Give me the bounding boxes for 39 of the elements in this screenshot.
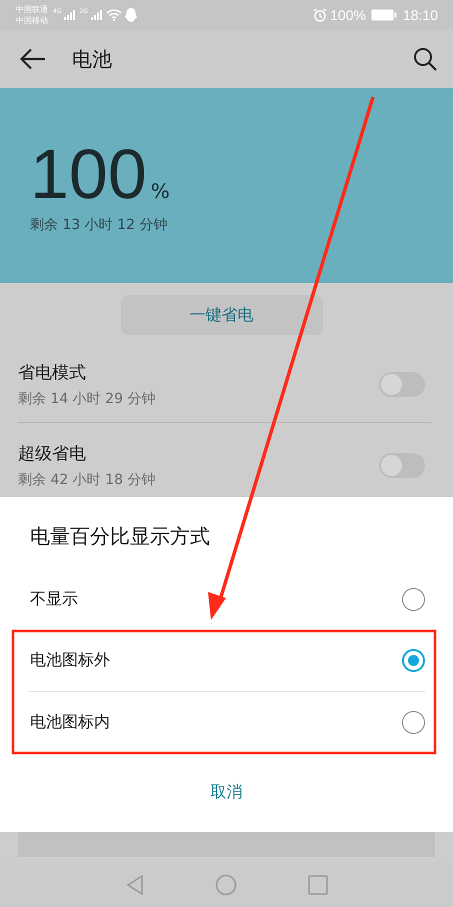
option-label: 电池图标外 xyxy=(29,650,110,671)
mode-remaining-time: 剩余 42 小时 18 分钟 xyxy=(18,470,156,488)
battery-percent: 100% xyxy=(330,7,366,23)
remaining-time: 剩余 13 小时 12 分钟 xyxy=(30,216,168,234)
page-title: 电池 xyxy=(72,46,113,72)
circle-icon xyxy=(214,874,236,896)
percent-sign: % xyxy=(150,179,170,203)
battery-icon xyxy=(370,9,397,21)
carrier-name: 中国移动 xyxy=(16,15,48,26)
back-nav-button[interactable] xyxy=(126,874,144,894)
radio-button[interactable] xyxy=(402,649,425,672)
mode-remaining-time: 剩余 14 小时 29 分钟 xyxy=(18,390,156,408)
carrier-name: 中国联通 xyxy=(16,4,48,15)
option-label: 不显示 xyxy=(29,589,78,610)
back-arrow-icon xyxy=(20,48,46,70)
square-icon xyxy=(308,874,328,894)
option-label: 电池图标内 xyxy=(29,712,110,733)
cancel-button[interactable]: 取消 xyxy=(198,776,254,809)
search-icon xyxy=(413,47,437,71)
toggle-switch[interactable] xyxy=(379,452,425,478)
home-button[interactable] xyxy=(214,874,236,896)
mode-title: 省电模式 xyxy=(18,362,87,384)
radio-button[interactable] xyxy=(402,711,425,734)
signal-icon xyxy=(64,10,76,20)
search-button[interactable] xyxy=(411,45,439,73)
mode-title: 超级省电 xyxy=(18,442,87,464)
clock-time: 18:10 xyxy=(402,7,438,23)
dialog-title: 电量百分比显示方式 xyxy=(29,523,211,550)
recents-button[interactable] xyxy=(308,874,328,894)
power-saving-button[interactable]: 一键省电 xyxy=(120,295,322,335)
penguin-icon xyxy=(124,8,137,22)
radio-button[interactable] xyxy=(402,588,425,611)
back-button[interactable] xyxy=(18,46,48,72)
wifi-icon xyxy=(106,9,122,21)
toggle-switch[interactable] xyxy=(379,372,425,397)
signal-icon xyxy=(90,10,103,20)
battery-level: 100 xyxy=(30,140,147,208)
alarm-icon xyxy=(313,8,328,22)
triangle-icon xyxy=(126,874,144,894)
